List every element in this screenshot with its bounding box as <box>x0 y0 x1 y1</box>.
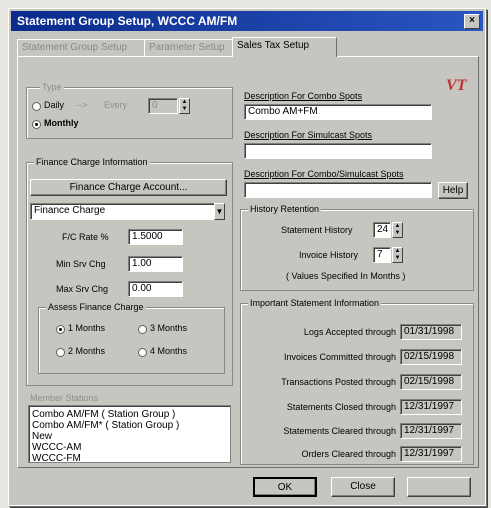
tab-panel: Type Daily --> Every 0 ▲ ▼ Monthly Financ… <box>17 56 479 468</box>
list-item[interactable]: Combo AM/FM* ( Station Group ) <box>32 420 227 431</box>
transactions-posted-label: Transactions Posted through <box>281 377 396 387</box>
assess-1-months-label: 1 Months <box>68 323 106 333</box>
invoices-committed-label: Invoices Committed through <box>283 352 396 362</box>
combosim-desc-field[interactable] <box>244 182 432 198</box>
orders-cleared-label: Orders Cleared through <box>301 449 396 459</box>
assess-1-months-radio[interactable] <box>56 325 65 334</box>
daily-label: Daily <box>44 100 65 110</box>
member-stations-list[interactable]: Combo AM/FM ( Station Group ) Combo AM/F… <box>28 405 231 464</box>
help-button[interactable]: Help <box>438 182 468 199</box>
max-srv-chg-label: Max Srv Chg <box>56 284 109 294</box>
history-note: ( Values Specified In Months ) <box>286 271 406 281</box>
logs-accepted-label: Logs Accepted through <box>303 327 396 337</box>
statements-cleared-label: Statements Cleared through <box>283 426 396 436</box>
assess-4-months-radio[interactable] <box>138 348 147 357</box>
vt-logo: VT <box>446 77 467 94</box>
finance-group-label: Finance Charge Information <box>34 157 150 167</box>
dropdown-arrow-icon[interactable]: ▼ <box>214 203 225 220</box>
assess-group <box>38 307 225 374</box>
tab-statement-group-setup[interactable]: Statement Group Setup <box>17 39 145 56</box>
monthly-label: Monthly <box>44 118 79 128</box>
statement-history-spinner[interactable]: ▲ ▼ <box>392 222 403 238</box>
daily-radio[interactable] <box>32 102 41 111</box>
assess-2-months-radio[interactable] <box>56 348 65 357</box>
simulcast-desc-label: Description For Simulcast Spots <box>244 130 373 140</box>
invoice-history-label: Invoice History <box>299 250 359 260</box>
min-srv-chg-field[interactable]: 1.00 <box>128 256 183 272</box>
member-stations-label: Member Stations <box>30 393 99 403</box>
finance-charge-account-button[interactable]: Finance Charge Account... <box>30 179 227 196</box>
ok-button[interactable]: OK <box>253 477 317 497</box>
statements-closed-value: 12/31/1997 <box>400 399 462 415</box>
day-spinner[interactable]: ▲ ▼ <box>179 98 190 114</box>
invoice-history-field[interactable]: 7 <box>373 247 391 263</box>
day-value-field[interactable]: 0 <box>148 98 178 114</box>
assess-group-label: Assess Finance Charge <box>46 302 146 312</box>
disabled-button[interactable] <box>407 477 471 497</box>
list-item[interactable]: New <box>32 431 227 442</box>
day-label: Every <box>104 100 128 110</box>
list-item[interactable]: WCCC-FM <box>32 453 227 464</box>
monthly-radio[interactable] <box>32 120 41 129</box>
fc-rate-field[interactable]: 1.5000 <box>128 229 183 245</box>
important-group-label: Important Statement Information <box>248 298 382 308</box>
combo-desc-field[interactable]: Combo AM+FM <box>244 104 432 120</box>
assess-2-months-label: 2 Months <box>68 346 106 356</box>
statement-history-label: Statement History <box>281 225 353 235</box>
orders-cleared-value: 12/31/1997 <box>400 446 462 462</box>
tab-sales-tax-setup[interactable]: Sales Tax Setup <box>232 37 337 57</box>
close-button[interactable]: Close <box>331 477 395 497</box>
statement-history-field[interactable]: 24 <box>373 222 391 238</box>
tab-parameter-setup[interactable]: Parameter Setup <box>144 39 234 56</box>
combo-desc-label: Description For Combo Spots <box>244 91 363 101</box>
list-item[interactable]: Combo AM/FM ( Station Group ) <box>32 409 227 420</box>
type-group-label: Type <box>40 82 64 92</box>
transactions-posted-value: 02/15/1998 <box>400 374 462 390</box>
combosim-desc-label: Description For Combo/Simulcast Spots <box>244 169 404 179</box>
simulcast-desc-field[interactable] <box>244 143 432 159</box>
logs-accepted-value: 01/31/1998 <box>400 324 462 340</box>
min-srv-chg-label: Min Srv Chg <box>56 259 106 269</box>
invoices-committed-value: 02/15/1998 <box>400 349 462 365</box>
dialog-window: Statement Group Setup, WCCC AM/FM × Stat… <box>8 8 486 506</box>
assess-4-months-label: 4 Months <box>150 346 188 356</box>
type-group <box>26 87 233 139</box>
max-srv-chg-field[interactable]: 0.00 <box>128 281 183 297</box>
title-bar[interactable]: Statement Group Setup, WCCC AM/FM × <box>11 11 483 31</box>
daily-arrow: --> <box>76 100 88 110</box>
invoice-history-spinner[interactable]: ▲ ▼ <box>392 247 403 263</box>
list-item[interactable]: WCCC-AM <box>32 442 227 453</box>
history-group-label: History Retention <box>248 204 322 214</box>
window-title: Statement Group Setup, WCCC AM/FM <box>17 14 238 28</box>
assess-3-months-radio[interactable] <box>138 325 147 334</box>
finance-charge-select[interactable]: Finance Charge <box>30 203 215 220</box>
assess-3-months-label: 3 Months <box>150 323 188 333</box>
statements-cleared-value: 12/31/1997 <box>400 423 462 439</box>
fc-rate-label: F/C Rate % <box>62 232 109 242</box>
statements-closed-label: Statements Closed through <box>286 402 396 412</box>
close-icon[interactable]: × <box>464 14 480 29</box>
